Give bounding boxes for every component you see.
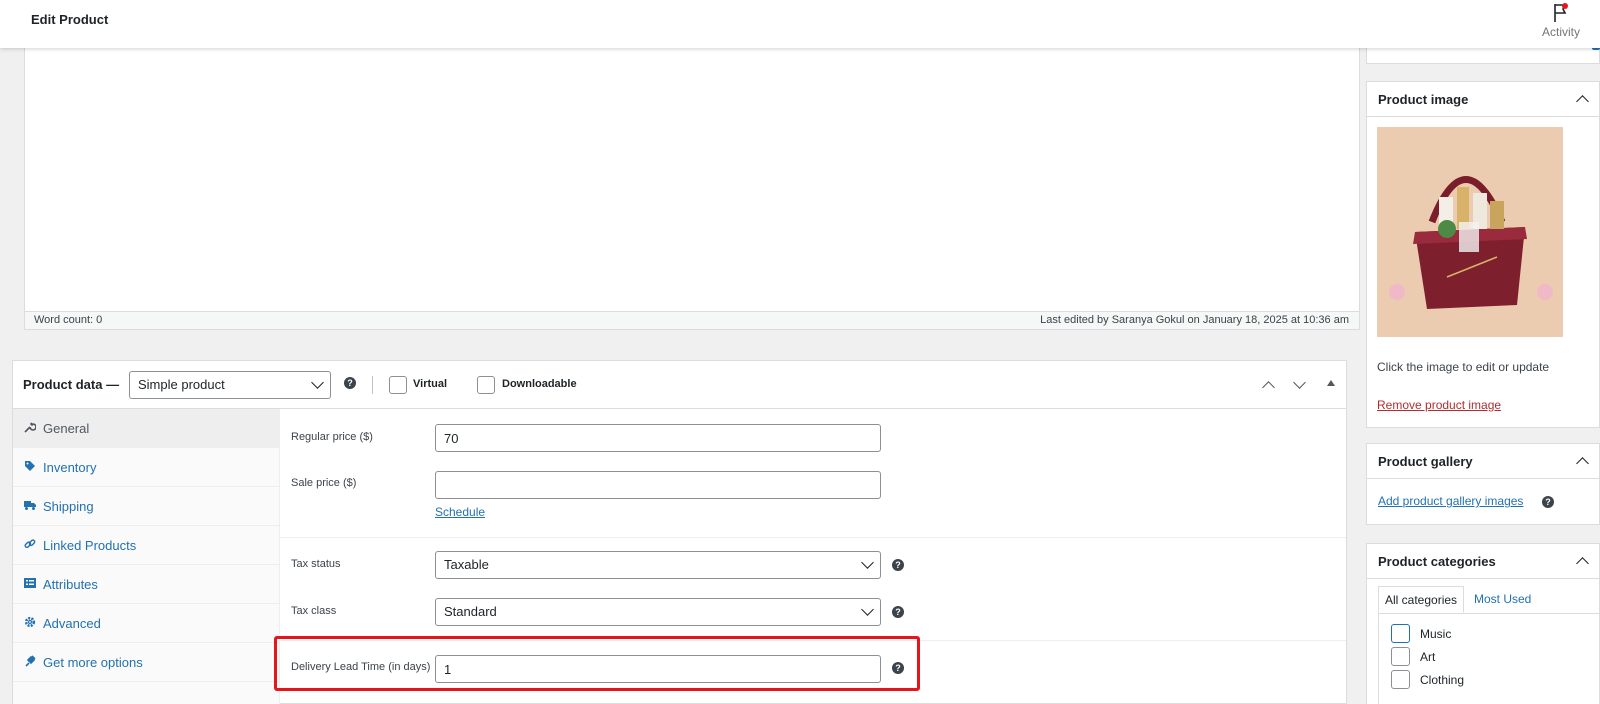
regular-price-label: Regular price ($) <box>291 431 373 443</box>
product-image-header: Product image <box>1367 82 1599 117</box>
product-image-hint: Click the image to edit or update <box>1377 360 1550 374</box>
virtual-checkbox[interactable] <box>389 376 407 394</box>
tax-class-select[interactable]: Standard <box>435 598 881 626</box>
gift-basket-image <box>1377 127 1563 337</box>
plugin-icon <box>25 655 36 667</box>
content-editor[interactable]: Word count: 0 Last edited by Saranya Gok… <box>24 48 1360 330</box>
product-data-panel: Product data — Simple product ? Virtual … <box>12 360 1347 704</box>
activity-button[interactable]: Activity <box>1536 0 1586 48</box>
product-categories-box: Product categories All categories Most U… <box>1366 543 1600 704</box>
tax-status-label: Tax status <box>291 558 341 570</box>
tax-status-value: Taxable <box>444 557 489 572</box>
collapse-toggle-icon[interactable] <box>1327 380 1335 386</box>
chevron-down-icon <box>861 556 874 569</box>
product-gallery-box: Product gallery Add product gallery imag… <box>1366 443 1600 525</box>
link-icon <box>24 539 36 549</box>
chevron-down-icon <box>311 376 324 389</box>
product-data-tabs: General Inventory Shipping Linked Produc… <box>13 409 280 704</box>
sale-price-input[interactable] <box>435 471 881 499</box>
delivery-lead-time-label: Delivery Lead Time (in days) <box>291 661 431 673</box>
chevron-up-icon[interactable] <box>1576 557 1589 570</box>
product-gallery-title: Product gallery <box>1378 454 1473 469</box>
flag-icon <box>1554 3 1568 22</box>
product-image[interactable] <box>1377 127 1563 337</box>
tab-attributes[interactable]: Attributes <box>13 565 280 604</box>
wrench-icon <box>24 422 36 433</box>
tab-get-more-options[interactable]: Get more options <box>13 643 280 682</box>
regular-price-input[interactable]: 70 <box>435 424 881 452</box>
tab-all-categories[interactable]: All categories <box>1378 586 1465 613</box>
category-checkbox[interactable] <box>1391 624 1410 643</box>
sidebar-box-partial <box>1366 48 1600 64</box>
tab-label: Advanced <box>43 616 101 631</box>
move-down-icon[interactable] <box>1293 376 1306 389</box>
product-type-select[interactable]: Simple product <box>129 371 331 399</box>
tab-linked-products[interactable]: Linked Products <box>13 526 280 565</box>
product-categories-header: Product categories <box>1367 544 1599 579</box>
help-icon[interactable]: ? <box>344 377 356 389</box>
product-data-header: Product data — Simple product ? Virtual … <box>13 361 1346 409</box>
move-up-icon[interactable] <box>1262 381 1275 394</box>
gear-icon <box>24 616 36 628</box>
product-type-value: Simple product <box>138 377 225 392</box>
page-title: Edit Product <box>31 12 109 27</box>
general-fields: Regular price ($) 70 Sale price ($) Sche… <box>280 409 1346 704</box>
chevron-up-icon[interactable] <box>1576 457 1589 470</box>
last-edited: Last edited by Saranya Gokul on January … <box>1040 314 1349 326</box>
top-header: Edit Product Activity <box>0 0 1600 48</box>
downloadable-checkbox[interactable] <box>477 376 495 394</box>
tab-label: Linked Products <box>43 538 137 553</box>
tab-general[interactable]: General <box>13 409 280 448</box>
sale-price-label: Sale price ($) <box>291 477 357 489</box>
product-image-box: Product image Click the image to edit or… <box>1366 81 1600 428</box>
tab-label: Inventory <box>43 460 97 475</box>
editor-status-bar: Word count: 0 Last edited by Saranya Gok… <box>25 311 1359 329</box>
divider <box>280 640 1346 641</box>
tag-icon <box>25 461 35 471</box>
category-label: Art <box>1420 650 1436 664</box>
product-categories-title: Product categories <box>1378 554 1496 569</box>
product-image-title: Product image <box>1378 92 1469 107</box>
divider <box>280 537 1346 538</box>
tab-most-used[interactable]: Most Used <box>1468 586 1537 613</box>
truck-icon <box>24 501 36 510</box>
remove-product-image-link[interactable]: Remove product image <box>1377 398 1501 412</box>
tab-shipping[interactable]: Shipping <box>13 487 280 526</box>
downloadable-label: Downloadable <box>502 378 577 390</box>
tab-label: General <box>43 421 90 436</box>
divider <box>372 376 373 394</box>
help-icon[interactable]: ? <box>892 606 904 618</box>
list-icon <box>24 578 36 588</box>
help-icon[interactable]: ? <box>892 662 904 674</box>
product-gallery-header: Product gallery <box>1367 444 1599 479</box>
activity-label: Activity <box>1541 25 1580 39</box>
schedule-link[interactable]: Schedule <box>435 505 485 519</box>
tax-class-value: Standard <box>444 604 497 619</box>
tab-advanced[interactable]: Advanced <box>13 604 280 643</box>
help-icon[interactable]: ? <box>892 559 904 571</box>
category-label: Music <box>1420 627 1452 641</box>
category-checkbox[interactable] <box>1391 647 1410 666</box>
product-data-title: Product data — <box>23 377 120 392</box>
delivery-lead-time-input[interactable]: 1 <box>435 655 881 683</box>
category-label: Clothing <box>1420 673 1465 687</box>
tab-label: Attributes <box>43 577 98 592</box>
word-count: Word count: 0 <box>34 314 103 326</box>
virtual-label: Virtual <box>413 378 448 390</box>
tab-label: Get more options <box>43 655 143 670</box>
tab-inventory[interactable]: Inventory <box>13 448 280 487</box>
tax-status-select[interactable]: Taxable <box>435 551 881 579</box>
tab-label: Shipping <box>43 499 94 514</box>
add-gallery-images-link[interactable]: Add product gallery images <box>1378 494 1523 508</box>
category-list: Music Art Clothing <box>1378 613 1600 704</box>
category-checkbox[interactable] <box>1391 670 1410 689</box>
chevron-up-icon[interactable] <box>1576 95 1589 108</box>
help-icon[interactable]: ? <box>1542 496 1554 508</box>
tax-class-label: Tax class <box>291 605 337 617</box>
chevron-down-icon <box>861 603 874 616</box>
